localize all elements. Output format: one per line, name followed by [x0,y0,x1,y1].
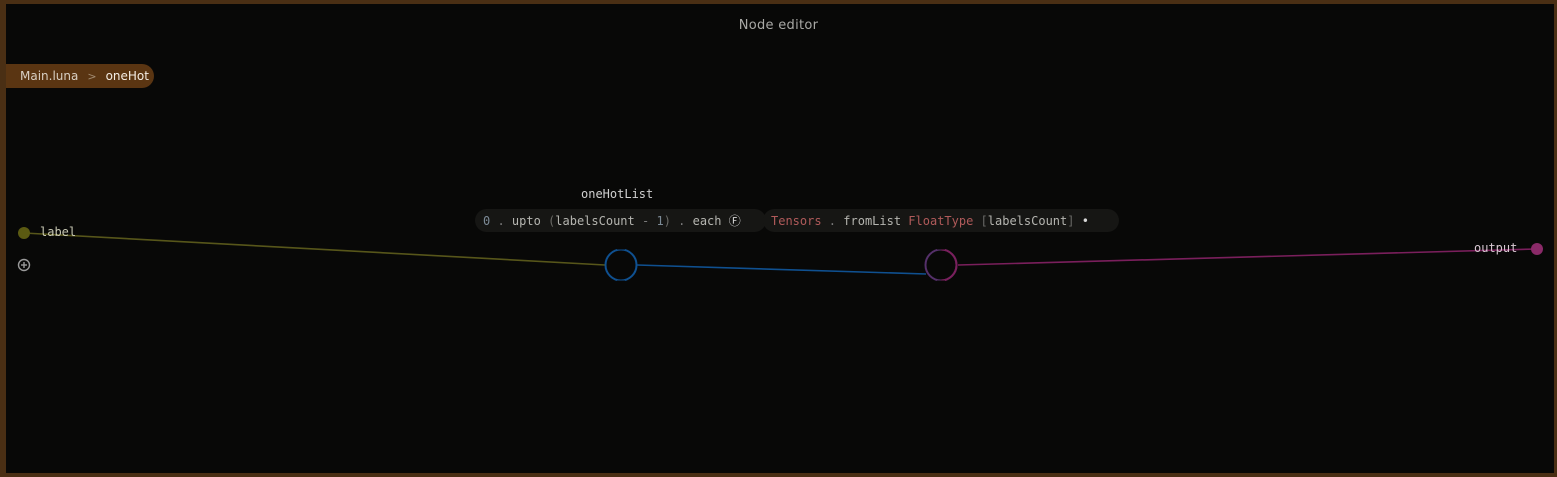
node-onehotlist-body[interactable] [604,246,638,284]
expr-token: [ [973,213,988,228]
input-port-label[interactable] [18,227,30,239]
expr-token: fromList [843,213,902,228]
expr-token: upto [511,213,541,228]
expr-token: labelsCount [987,213,1068,228]
bullet-icon: • [1074,213,1089,228]
expr-token: FloatType [908,213,974,228]
expr-token: ) [663,213,671,228]
expr-token [901,214,908,228]
expr-token: each [692,213,722,228]
expr-token: . [821,213,844,228]
function-icon[interactable]: Ⓕ [722,212,741,229]
edge-label-to-onehotlist[interactable] [23,232,606,266]
expr-token: ] [1067,213,1075,228]
expr-token: . [490,213,512,228]
edge-onehotlist-to-fromlist[interactable] [636,264,927,275]
expr-token: ( [540,213,556,228]
edge-fromlist-to-output[interactable] [957,248,1538,266]
node-fromlist-body[interactable] [924,246,958,284]
plus-circle-icon[interactable] [17,258,31,272]
expr-token: 1 [656,213,664,228]
node-name-onehotlist[interactable]: oneHotList [581,187,653,201]
expr-token: Tensors [771,213,822,228]
graph-canvas[interactable] [0,0,1557,477]
node-expression-fromlist[interactable]: Tensors . fromList FloatType [ labelsCou… [763,209,1119,232]
input-port-label-text: label [40,225,77,239]
expr-token: - [634,213,657,228]
output-port-output[interactable] [1531,243,1543,255]
expr-token: 0 [483,213,491,228]
node-expression-onehotlist[interactable]: 0 . upto ( labelsCount - 1 ) . each Ⓕ [475,209,766,232]
expr-token: labelsCount [555,213,635,228]
expr-token: . [670,213,693,228]
output-port-label-text: output [1474,241,1518,255]
